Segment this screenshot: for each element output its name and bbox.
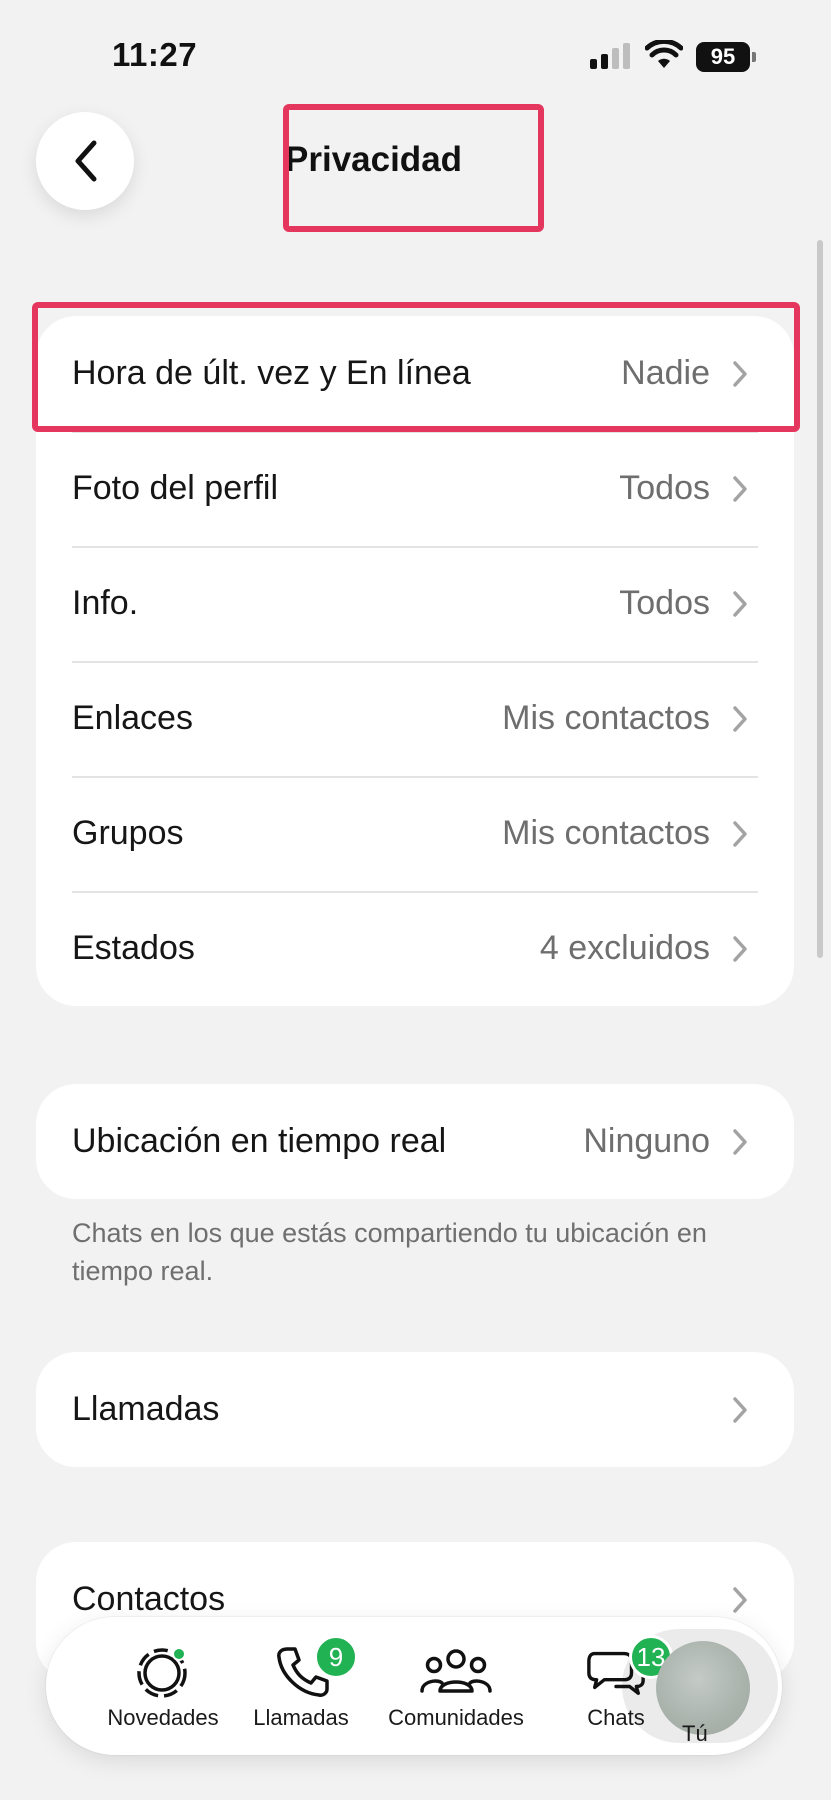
row-calls[interactable]: Llamadas [36, 1352, 794, 1467]
chevron-right-icon [730, 587, 750, 621]
row-label: Grupos [72, 814, 184, 852]
chevron-right-icon [730, 932, 750, 966]
row-info[interactable]: Info. Todos [36, 546, 794, 661]
tab-novedades[interactable]: Novedades [88, 1617, 238, 1755]
row-profile-photo[interactable]: Foto del perfil Todos [36, 431, 794, 546]
status-time: 11:27 [112, 36, 198, 73]
tab-label: Comunidades [388, 1705, 524, 1730]
tab-llamadas[interactable]: 9 Llamadas [231, 1617, 371, 1755]
row-value: Todos [619, 584, 710, 622]
highlight-box-title [283, 104, 544, 232]
row-label: Contactos [72, 1580, 226, 1618]
row-value: 4 excluidos [539, 929, 710, 967]
chats-icon: 13 [585, 1635, 673, 1699]
tab-tu-label[interactable]: Tú [682, 1721, 708, 1747]
row-value: Mis contactos [502, 699, 710, 737]
tab-comunidades[interactable]: Comunidades [356, 1617, 556, 1755]
row-label: Ubicación en tiempo real [72, 1122, 447, 1160]
cellular-signal-icon [590, 43, 630, 69]
battery-icon: 95 [696, 42, 756, 72]
chevron-right-icon [730, 1393, 750, 1427]
chevron-right-icon [730, 1125, 750, 1159]
back-button[interactable] [36, 112, 134, 210]
row-value: Ninguno [583, 1122, 710, 1160]
live-location-footnote: Chats en los que estás compartiendo tu u… [72, 1218, 707, 1286]
row-label: Enlaces [72, 699, 193, 737]
chevron-right-icon [730, 817, 750, 851]
row-groups[interactable]: Grupos Mis contactos [36, 776, 794, 891]
wifi-icon [645, 40, 683, 68]
row-label: Info. [72, 584, 139, 622]
status-bar: 11:27 95 [0, 0, 831, 100]
row-live-location[interactable]: Ubicación en tiempo real Ninguno [36, 1084, 794, 1199]
row-label: Llamadas [72, 1390, 220, 1428]
row-links[interactable]: Enlaces Mis contactos [36, 661, 794, 776]
row-label: Estados [72, 929, 195, 967]
battery-level: 95 [696, 42, 750, 72]
calls-card: Llamadas [36, 1352, 794, 1467]
chevron-right-icon [730, 702, 750, 736]
tab-label: Llamadas [253, 1705, 349, 1730]
chevron-right-icon [730, 472, 750, 506]
calls-badge: 9 [314, 1635, 358, 1679]
row-value: Todos [619, 469, 710, 507]
row-label: Foto del perfil [72, 469, 278, 507]
row-value: Mis contactos [502, 814, 710, 852]
phone-icon: 9 [270, 1635, 358, 1699]
chevron-left-icon [75, 140, 97, 182]
highlight-box-last-seen [32, 302, 800, 432]
communities-icon [418, 1643, 494, 1699]
live-location-card: Ubicación en tiempo real Ninguno [36, 1084, 794, 1199]
row-status[interactable]: Estados 4 excluidos [36, 891, 794, 1006]
tab-label: Chats [587, 1705, 645, 1730]
bottom-tab-bar: Novedades 9 Llamadas Comunidades 13 Chat… [46, 1617, 782, 1755]
updates-icon [132, 1643, 194, 1699]
scrollbar[interactable] [817, 240, 823, 958]
chevron-right-icon [730, 1583, 750, 1617]
tab-label: Novedades [107, 1705, 219, 1730]
